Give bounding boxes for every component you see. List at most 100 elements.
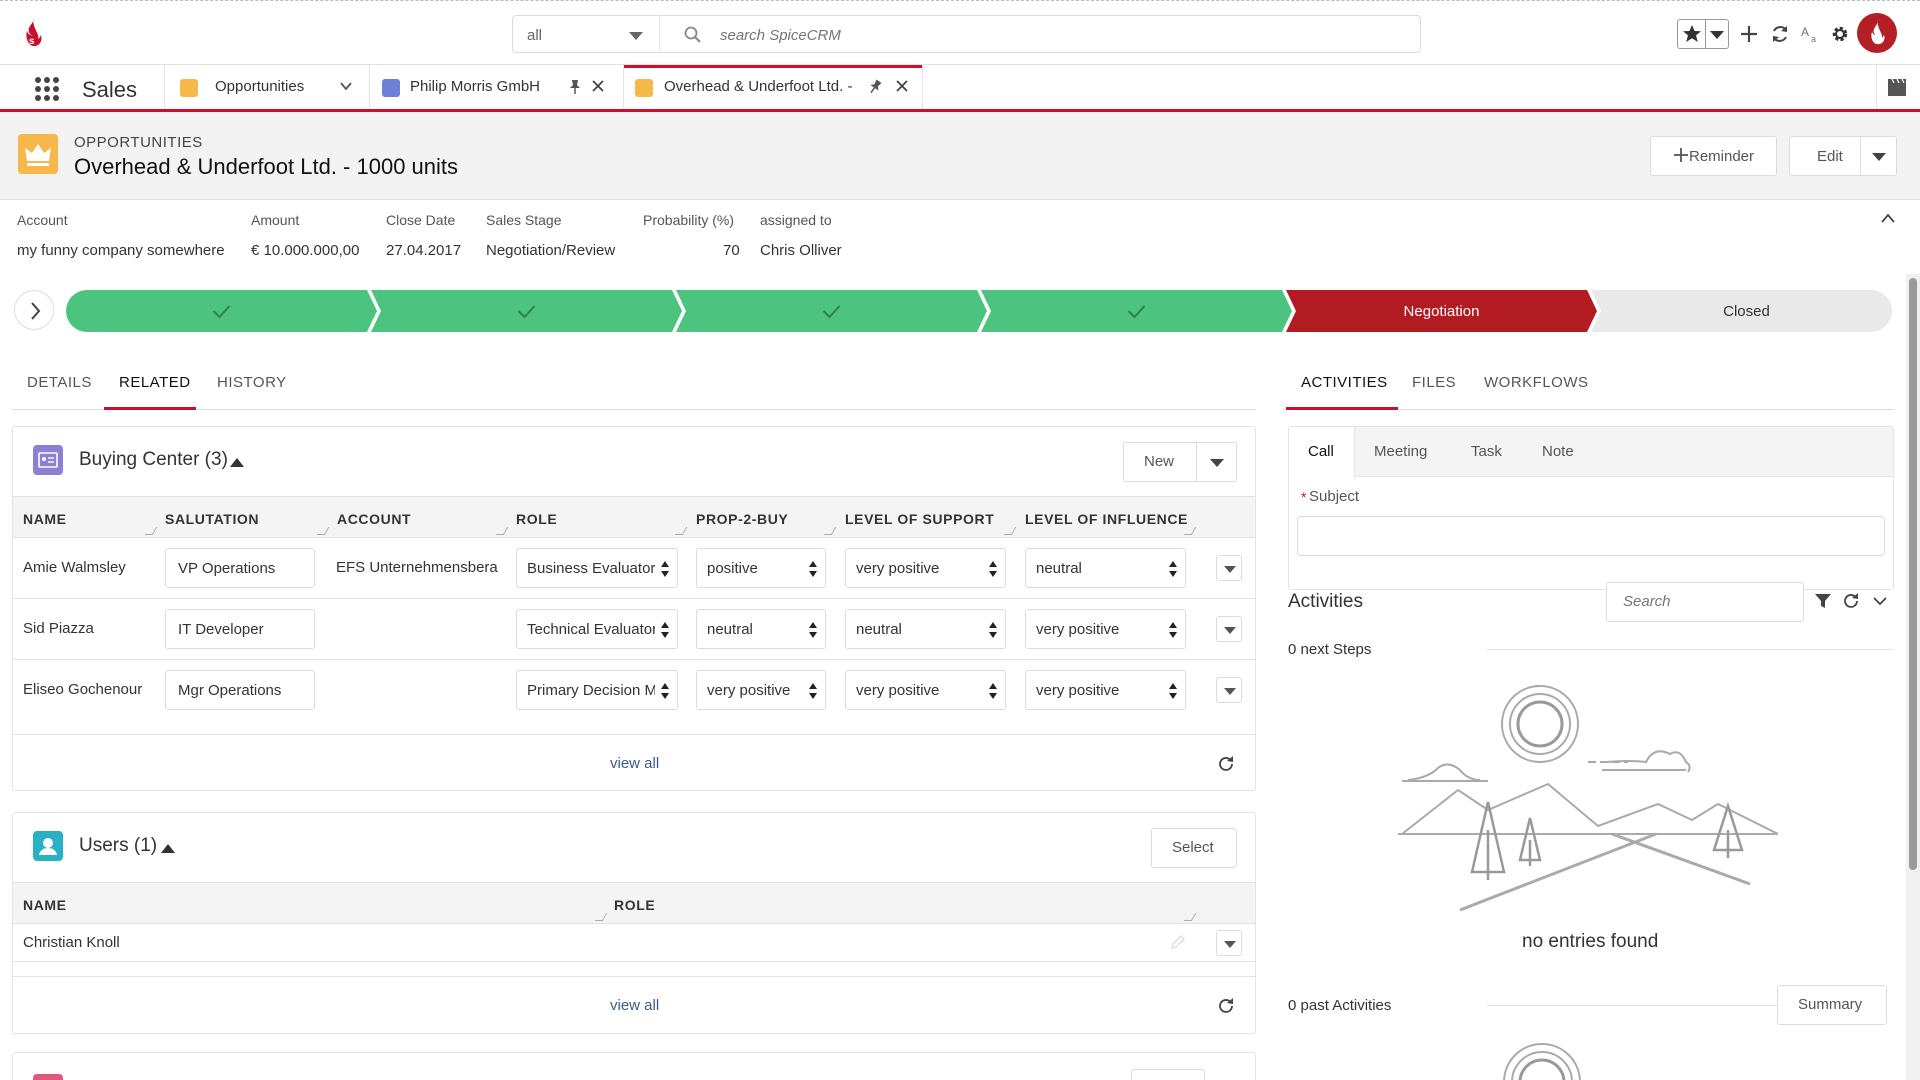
tab-task[interactable]: Task bbox=[1471, 443, 1502, 460]
influence-select[interactable]: very positive bbox=[1025, 609, 1186, 649]
star-icon[interactable] bbox=[1682, 24, 1702, 44]
row-menu-button[interactable] bbox=[1216, 616, 1242, 642]
role-select[interactable]: Primary Decision Maker bbox=[516, 670, 678, 710]
tab-meeting[interactable]: Meeting bbox=[1374, 443, 1427, 460]
assigned-to-value[interactable]: Chris Olliver bbox=[760, 242, 842, 259]
chevron-down-icon[interactable] bbox=[1210, 459, 1224, 467]
support-select[interactable]: very positive bbox=[845, 548, 1006, 588]
column-header[interactable]: ROLE bbox=[516, 511, 557, 527]
chevron-down-icon[interactable] bbox=[1710, 31, 1724, 39]
app-launcher-icon[interactable] bbox=[34, 76, 60, 102]
refresh-icon[interactable] bbox=[1842, 592, 1860, 610]
column-resizer[interactable] bbox=[495, 527, 509, 535]
text-size-icon[interactable]: Aa bbox=[1800, 23, 1822, 45]
user-avatar[interactable] bbox=[1857, 13, 1897, 53]
path-stage-3[interactable] bbox=[676, 290, 987, 332]
path-stage-4[interactable] bbox=[981, 290, 1292, 332]
account-name[interactable]: EFS Unternehmensberatung bbox=[336, 559, 498, 576]
refresh-icon[interactable] bbox=[1217, 997, 1235, 1015]
search-scope-select[interactable]: all bbox=[512, 15, 660, 53]
column-header[interactable]: NAME bbox=[23, 511, 67, 527]
influence-select[interactable]: neutral bbox=[1025, 548, 1186, 588]
column-resizer[interactable] bbox=[823, 527, 837, 535]
gear-icon[interactable] bbox=[1829, 23, 1851, 45]
collapse-icon[interactable] bbox=[161, 844, 175, 853]
summary-button[interactable]: Summary bbox=[1777, 985, 1887, 1025]
path-expand-button[interactable] bbox=[14, 290, 54, 330]
collapse-icon[interactable] bbox=[230, 458, 244, 467]
global-search-input[interactable] bbox=[720, 24, 1320, 46]
column-resizer[interactable] bbox=[1183, 527, 1197, 535]
scrollbar-thumb[interactable] bbox=[1909, 278, 1917, 870]
select-button[interactable]: Select bbox=[1151, 828, 1237, 868]
row-menu-button[interactable] bbox=[1216, 555, 1242, 581]
column-resizer[interactable] bbox=[1003, 527, 1017, 535]
prop-2-buy-select[interactable]: very positive bbox=[696, 670, 826, 710]
pin-icon[interactable] bbox=[568, 79, 582, 95]
clapperboard-icon[interactable] bbox=[1887, 77, 1907, 97]
tab-opportunities[interactable]: Opportunities bbox=[164, 65, 369, 109]
subject-input[interactable] bbox=[1297, 516, 1885, 556]
salutation-field[interactable]: VP Operations bbox=[165, 548, 315, 588]
user-name[interactable]: Christian Knoll bbox=[23, 934, 120, 951]
tab-history[interactable]: HISTORY bbox=[217, 374, 287, 391]
row-menu-button[interactable] bbox=[1216, 677, 1242, 703]
tab-note[interactable]: Note bbox=[1542, 443, 1574, 460]
column-resizer[interactable] bbox=[594, 913, 608, 921]
tab-call[interactable]: Call bbox=[1308, 443, 1334, 460]
tab-files[interactable]: FILES bbox=[1412, 374, 1456, 391]
column-resizer[interactable] bbox=[144, 527, 158, 535]
row-menu-button[interactable] bbox=[1216, 930, 1242, 956]
tab-overhead-underfoot[interactable]: Overhead & Underfoot Ltd. - bbox=[623, 65, 923, 109]
column-resizer[interactable] bbox=[316, 527, 330, 535]
chevron-down-icon[interactable] bbox=[339, 79, 353, 93]
path-stage-6[interactable]: Closed bbox=[1591, 290, 1892, 332]
reminder-button[interactable]: Reminder bbox=[1650, 136, 1777, 176]
contact-name[interactable]: Sid Piazza bbox=[23, 620, 94, 637]
tab-activities[interactable]: ACTIVITIES bbox=[1301, 374, 1388, 391]
filter-icon[interactable] bbox=[1814, 592, 1832, 610]
column-header[interactable]: LEVEL OF INFLUENCE bbox=[1025, 511, 1188, 527]
role-select[interactable]: Business Evaluator bbox=[516, 548, 678, 588]
influence-select[interactable]: very positive bbox=[1025, 670, 1186, 710]
support-select[interactable]: very positive bbox=[845, 670, 1006, 710]
new-button[interactable]: New bbox=[1144, 453, 1174, 470]
column-header[interactable]: ACCOUNT bbox=[337, 511, 411, 527]
view-all-link[interactable]: view all bbox=[610, 755, 659, 772]
favorites-button-group[interactable] bbox=[1677, 19, 1729, 49]
column-resizer[interactable] bbox=[674, 527, 688, 535]
column-header[interactable]: NAME bbox=[23, 897, 67, 913]
chevron-down-icon[interactable] bbox=[1872, 594, 1888, 608]
path-stage-5[interactable]: Negotiation bbox=[1286, 290, 1597, 332]
support-select[interactable]: neutral bbox=[845, 609, 1006, 649]
prop-2-buy-select[interactable]: positive bbox=[696, 548, 826, 588]
refresh-icon[interactable] bbox=[1769, 23, 1791, 45]
column-header[interactable]: LEVEL OF SUPPORT bbox=[845, 511, 994, 527]
chevron-up-icon[interactable] bbox=[1880, 212, 1896, 224]
tab-details[interactable]: DETAILS bbox=[27, 374, 92, 391]
chevron-down-icon[interactable] bbox=[1872, 153, 1886, 161]
edit-button[interactable]: Edit bbox=[1817, 148, 1843, 165]
plus-icon[interactable] bbox=[1738, 23, 1760, 45]
path-stage-2[interactable] bbox=[371, 290, 682, 332]
column-resizer[interactable] bbox=[1183, 913, 1197, 921]
tab-related[interactable]: RELATED bbox=[119, 374, 191, 391]
account-value[interactable]: my funny company somewhere bbox=[17, 242, 225, 259]
refresh-icon[interactable] bbox=[1217, 755, 1235, 773]
column-header[interactable]: ROLE bbox=[614, 897, 655, 913]
spicecrm-logo[interactable]: s bbox=[22, 17, 44, 49]
pencil-icon[interactable] bbox=[1169, 933, 1187, 951]
tab-workflows[interactable]: WORKFLOWS bbox=[1484, 374, 1589, 391]
activities-search-input[interactable] bbox=[1623, 593, 1783, 610]
pin-icon[interactable] bbox=[865, 76, 886, 97]
role-select[interactable]: Technical Evaluator bbox=[516, 609, 678, 649]
contact-name[interactable]: Amie Walmsley bbox=[23, 559, 126, 576]
close-icon[interactable] bbox=[592, 80, 604, 92]
prop-2-buy-select[interactable]: neutral bbox=[696, 609, 826, 649]
contact-name[interactable]: Eliseo Gochenour bbox=[23, 681, 142, 698]
panel-button[interactable] bbox=[1131, 1069, 1205, 1080]
salutation-field[interactable]: Mgr Operations bbox=[165, 670, 315, 710]
close-icon[interactable] bbox=[896, 80, 908, 92]
column-header[interactable]: PROP-2-BUY bbox=[696, 511, 788, 527]
column-header[interactable]: SALUTATION bbox=[165, 511, 259, 527]
